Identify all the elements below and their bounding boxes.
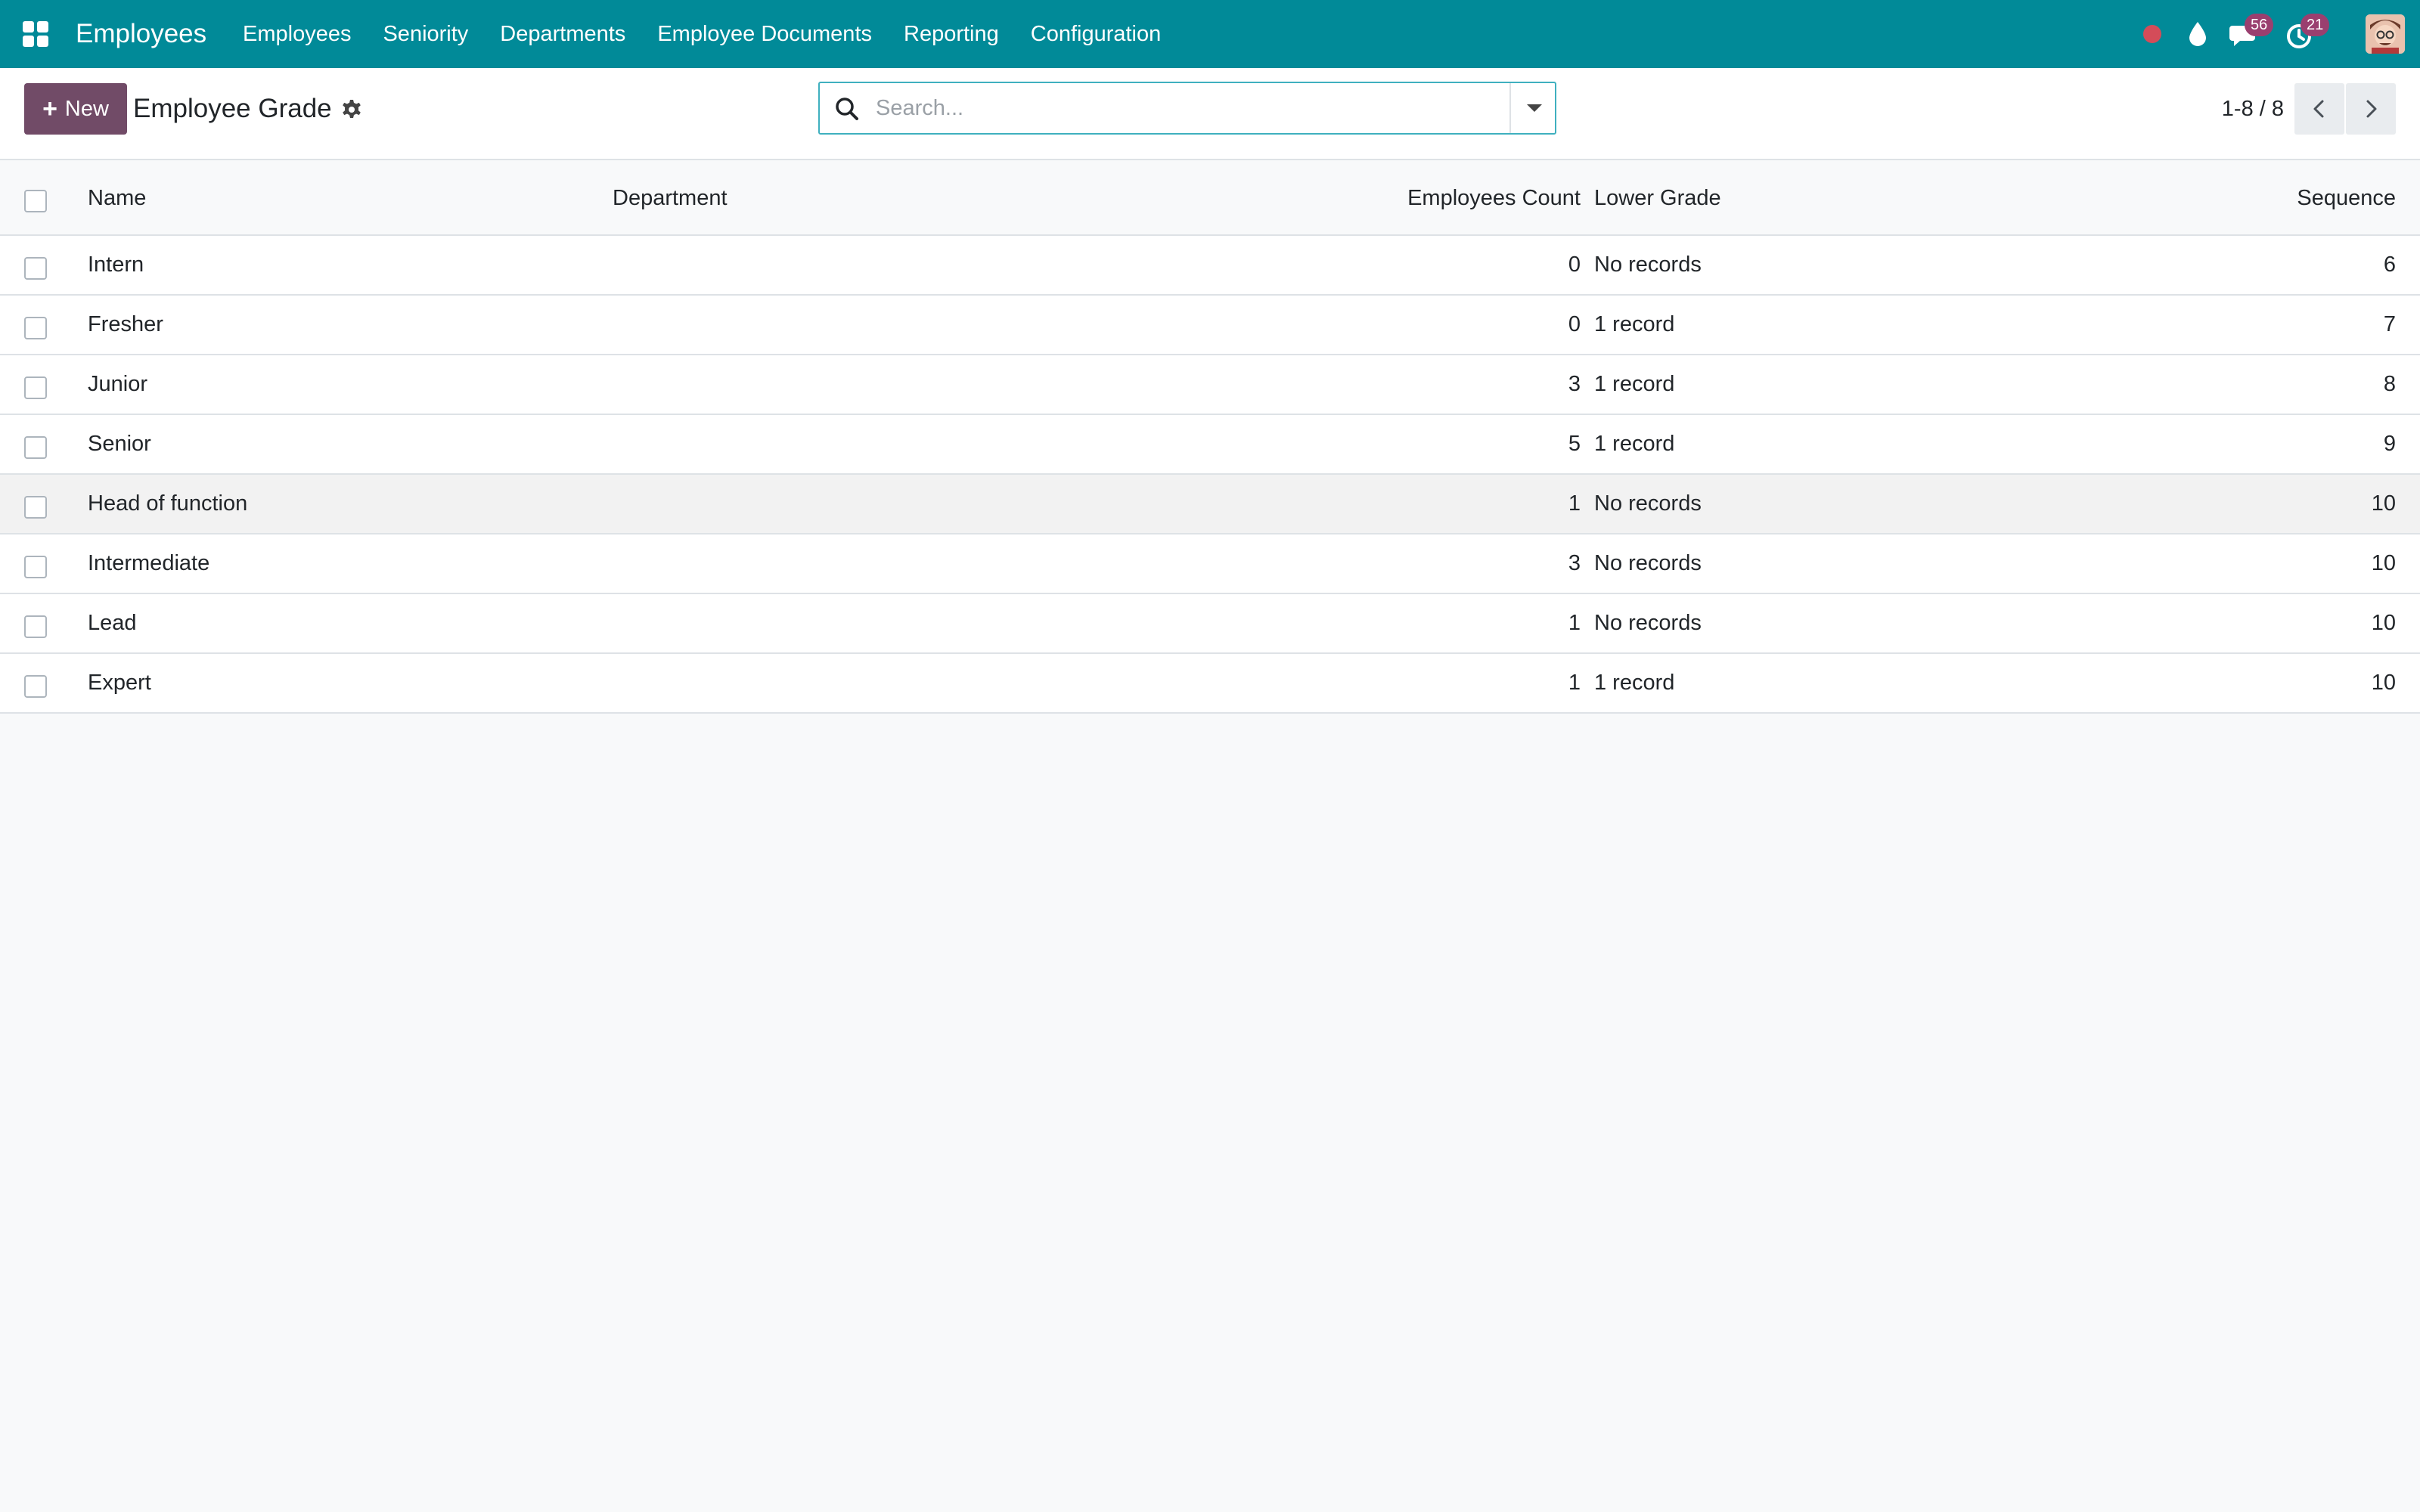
pager-next-button[interactable] <box>2346 83 2396 135</box>
cell-employees-count[interactable]: 3 <box>1286 355 1581 414</box>
row-checkbox[interactable] <box>24 316 47 339</box>
gear-icon[interactable] <box>340 98 363 121</box>
menu-item-reporting[interactable]: Reporting <box>888 22 1015 47</box>
cell-sequence[interactable]: 9 <box>2118 415 2396 473</box>
cell-department[interactable] <box>613 415 1293 473</box>
cell-name[interactable]: Lead <box>88 594 602 652</box>
menu-item-seniority[interactable]: Seniority <box>367 22 484 47</box>
cell-lower-grade[interactable]: No records <box>1594 475 2048 533</box>
app-title[interactable]: Employees <box>76 0 206 68</box>
cell-employees-count[interactable]: 0 <box>1286 236 1581 294</box>
search-bar <box>818 82 1556 135</box>
cell-sequence[interactable]: 10 <box>2118 594 2396 652</box>
row-checkbox[interactable] <box>24 495 47 519</box>
page-title: Employee Grade <box>133 94 332 123</box>
cell-department[interactable] <box>613 296 1293 354</box>
row-checkbox[interactable] <box>24 435 47 459</box>
chevron-right-icon <box>2366 100 2377 118</box>
table-row[interactable]: Lead 1 No records 10 <box>0 594 2420 654</box>
table-row[interactable]: Fresher 0 1 record 7 <box>0 296 2420 355</box>
menu-item-departments[interactable]: Departments <box>484 22 641 47</box>
cell-sequence[interactable]: 10 <box>2118 654 2396 712</box>
cell-department[interactable] <box>613 475 1293 533</box>
cell-lower-grade[interactable]: 1 record <box>1594 296 2048 354</box>
cell-lower-grade[interactable]: 1 record <box>1594 654 2048 712</box>
table-row[interactable]: Junior 3 1 record 8 <box>0 355 2420 415</box>
cell-sequence[interactable]: 10 <box>2118 475 2396 533</box>
cell-employees-count[interactable]: 1 <box>1286 475 1581 533</box>
cell-sequence[interactable]: 7 <box>2118 296 2396 354</box>
cell-department[interactable] <box>613 654 1293 712</box>
cell-name[interactable]: Intern <box>88 236 602 294</box>
cell-employees-count[interactable]: 1 <box>1286 594 1581 652</box>
cell-lower-grade[interactable]: 1 record <box>1594 355 2048 414</box>
employee-grade-list: Name Department Employees Count Lower Gr… <box>0 162 2420 714</box>
column-header-employees-count[interactable]: Employees Count <box>1286 162 1581 234</box>
cell-sequence[interactable]: 6 <box>2118 236 2396 294</box>
column-header-lower-grade[interactable]: Lower Grade <box>1594 162 2048 234</box>
cell-department[interactable] <box>613 594 1293 652</box>
search-input[interactable] <box>876 89 1519 127</box>
chevron-left-icon <box>2313 100 2324 118</box>
top-navbar: Employees Employees Seniority Department… <box>0 0 2420 68</box>
column-header-name[interactable]: Name <box>88 162 602 234</box>
cell-sequence[interactable]: 8 <box>2118 355 2396 414</box>
new-button-label: New <box>64 96 109 121</box>
drop-icon[interactable] <box>2186 20 2210 48</box>
main-menu: Employees Seniority Departments Employee… <box>227 0 1177 68</box>
plus-icon: + <box>42 94 57 123</box>
cell-sequence[interactable]: 10 <box>2118 534 2396 593</box>
pager-value[interactable]: 1-8 / 8 <box>2193 83 2284 135</box>
row-checkbox[interactable] <box>24 256 47 280</box>
cell-lower-grade[interactable]: No records <box>1594 236 2048 294</box>
cell-employees-count[interactable]: 3 <box>1286 534 1581 593</box>
menu-item-configuration[interactable]: Configuration <box>1015 22 1177 47</box>
activity-count-badge: 21 <box>2301 14 2330 36</box>
apps-grid-icon[interactable] <box>23 21 48 47</box>
search-options-toggle[interactable] <box>1509 83 1555 133</box>
cell-name[interactable]: Expert <box>88 654 602 712</box>
cell-name[interactable]: Head of function <box>88 475 602 533</box>
cell-department[interactable] <box>613 355 1293 414</box>
cell-name[interactable]: Senior <box>88 415 602 473</box>
cell-lower-grade[interactable]: No records <box>1594 534 2048 593</box>
control-panel: + New Employee Grade 1-8 / 8 <box>0 68 2420 160</box>
cell-name[interactable]: Junior <box>88 355 602 414</box>
row-checkbox[interactable] <box>24 376 47 399</box>
row-checkbox[interactable] <box>24 615 47 638</box>
systray: 56 21 <box>2087 0 2420 68</box>
menu-item-employee-documents[interactable]: Employee Documents <box>641 22 888 47</box>
select-all-checkbox[interactable] <box>24 190 47 212</box>
table-row[interactable]: Intermediate 3 No records 10 <box>0 534 2420 594</box>
table-row[interactable]: Expert 1 1 record 10 <box>0 654 2420 714</box>
menu-item-employees[interactable]: Employees <box>227 22 367 47</box>
search-icon <box>836 98 858 120</box>
record-dot-icon[interactable] <box>2143 25 2161 43</box>
cell-employees-count[interactable]: 5 <box>1286 415 1581 473</box>
table-row[interactable]: Head of function 1 No records 10 <box>0 475 2420 534</box>
row-checkbox[interactable] <box>24 555 47 578</box>
cell-lower-grade[interactable]: 1 record <box>1594 415 2048 473</box>
list-header: Name Department Employees Count Lower Gr… <box>0 162 2420 236</box>
cell-name[interactable]: Intermediate <box>88 534 602 593</box>
cell-employees-count[interactable]: 0 <box>1286 296 1581 354</box>
cell-department[interactable] <box>613 534 1293 593</box>
new-button[interactable]: + New <box>24 83 127 135</box>
cell-lower-grade[interactable]: No records <box>1594 594 2048 652</box>
cell-employees-count[interactable]: 1 <box>1286 654 1581 712</box>
column-header-sequence[interactable]: Sequence <box>2118 162 2396 234</box>
chat-count-badge: 56 <box>2245 14 2274 36</box>
cell-department[interactable] <box>613 236 1293 294</box>
cell-name[interactable]: Fresher <box>88 296 602 354</box>
row-checkbox[interactable] <box>24 674 47 698</box>
column-header-department[interactable]: Department <box>613 162 1293 234</box>
pager-previous-button[interactable] <box>2294 83 2344 135</box>
table-row[interactable]: Intern 0 No records 6 <box>0 236 2420 296</box>
table-row[interactable]: Senior 5 1 record 9 <box>0 415 2420 475</box>
user-avatar[interactable] <box>2366 14 2405 54</box>
